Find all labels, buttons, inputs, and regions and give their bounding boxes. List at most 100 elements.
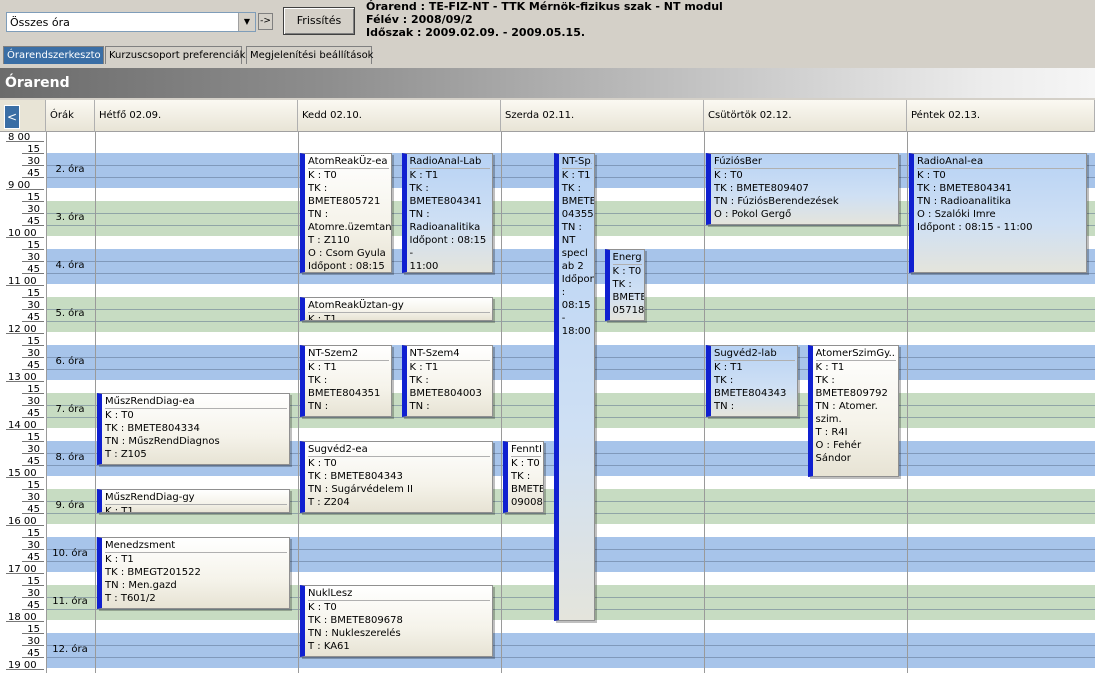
column-divider — [95, 132, 96, 673]
quarter-tick: 30 — [27, 252, 40, 263]
quarter-tick: 30 — [27, 444, 40, 455]
chevron-down-icon[interactable]: ▼ — [238, 13, 255, 31]
course-detail: BMETE804341 — [409, 196, 482, 207]
course-event[interactable]: AtomReakÜztan-gy K : T1 — [300, 297, 493, 321]
quarter-tick: 15 — [27, 624, 40, 635]
course-detail: BMETE805721 — [308, 196, 381, 207]
course-event[interactable]: Sugvéd2-ea K : T0 TK : BMETE804343 TN : Sug… — [300, 441, 493, 513]
course-title: EnergA... — [612, 252, 643, 265]
course-title: RadioAnal-ea — [917, 155, 1084, 169]
previous-week-button[interactable]: < — [4, 105, 20, 129]
course-detail: NT specl — [561, 235, 588, 259]
course-event[interactable]: Menedzsment K : T1 TK : BMEGT201522 TN : Me… — [97, 537, 290, 609]
course-detail: BMETE8 — [612, 292, 645, 303]
column-divider — [501, 132, 502, 673]
course-detail: TN : — [308, 209, 329, 220]
quarter-tick: 15 — [27, 384, 40, 395]
course-detail: K : T1 — [105, 554, 134, 565]
quarter-tick: 30 — [27, 204, 40, 215]
tab-display-settings[interactable]: Megjelenítési beállítások — [246, 46, 373, 64]
column-divider — [704, 132, 705, 673]
course-detail: TN : Radioanalitika — [917, 196, 1012, 207]
course-event[interactable]: NT-Sp...K : T1 TK : BMETE8 04355 TN : NT spec… — [553, 153, 595, 621]
quarter-tick: 30 — [27, 492, 40, 503]
course-detail: 04355 — [561, 209, 594, 220]
timetable-grid: < Órák Hétfő 02.09. Kedd 02.10. Szerda 0… — [0, 100, 1095, 673]
course-detail: Sándor — [815, 453, 851, 464]
course-detail: BMETE8 — [511, 484, 543, 495]
hour-tick: 12 00 — [8, 324, 37, 335]
period-label: 4. óra — [55, 260, 85, 271]
course-event[interactable]: FúziósBer K : T0 TK : BMETE809407 TN : Fúzi… — [706, 153, 899, 225]
course-detail: 08:15 - — [561, 300, 594, 324]
course-event[interactable]: AtomerSzimGy... K : T1 TK : BMETE809792 TN :… — [807, 345, 899, 477]
course-title: FúziósBer — [714, 155, 896, 169]
course-detail: K : T1 — [409, 362, 439, 373]
course-detail: Atomre.üzemtan — [308, 222, 392, 233]
period-label: 5. óra — [55, 308, 85, 319]
course-detail: TK : — [815, 375, 835, 386]
course-detail: BMETE804003 — [409, 388, 482, 399]
course-title: NT-Szem2 — [308, 347, 389, 361]
course-event[interactable]: NT-Szem2 K : T1 TK : BMETE804351 TN : — [300, 345, 392, 417]
course-event[interactable]: EnergA...K : T0 TK : BMETE8 05718 — [604, 249, 646, 321]
course-detail: K : T1 — [561, 170, 591, 181]
course-detail: K : T0 — [612, 266, 642, 277]
quarter-tick: 30 — [27, 540, 40, 551]
course-title: NT-Szem4 — [409, 347, 490, 361]
hour-tick: 8 00 — [8, 132, 31, 143]
course-event[interactable]: RadioAnal-ea K : T0 TK : BMETE804341 TN : R… — [909, 153, 1087, 273]
quarter-tick: 30 — [27, 156, 40, 167]
course-detail: 05718 — [612, 305, 645, 316]
course-detail: K : T0 — [714, 170, 743, 181]
tab-timetable-editor[interactable]: Órarendszerkeszto — [3, 46, 104, 64]
period-label: 9. óra — [55, 500, 85, 511]
course-filter-value: Összes óra — [10, 16, 70, 29]
course-detail: K : T0 — [511, 458, 540, 469]
course-event[interactable]: NT-Szem4 K : T1 TK : BMETE804003 TN : — [401, 345, 493, 417]
go-button[interactable]: -> — [258, 13, 273, 30]
course-detail: 18:00 — [561, 326, 591, 337]
quarter-tick: 15 — [27, 576, 40, 587]
course-detail: T : Z204 — [308, 497, 350, 508]
course-detail: TN : — [714, 401, 735, 412]
course-title: NuklLesz — [308, 587, 490, 601]
course-event[interactable]: AtomReakÜz-ea K : T0 TK : BMETE805721 TN : At… — [300, 153, 392, 273]
course-event[interactable]: MűszRendDiag-ea K : T0 TK : BMETE804334 TN … — [97, 393, 290, 465]
course-detail: TK : — [308, 375, 328, 386]
course-detail: Időpont : 08:15 - 11:00 — [917, 222, 1033, 233]
course-title: AtomReakÜztan-gy — [308, 299, 490, 313]
course-event[interactable]: RadioAnal-Lab K : T1 TK : BMETE804341 TN : Ra… — [401, 153, 493, 273]
quarter-tick: 45 — [27, 216, 40, 227]
refresh-button[interactable]: Frissítés — [283, 7, 355, 35]
quarter-tick: 30 — [27, 348, 40, 359]
tab-course-group-preferences[interactable]: Kurzuscsoport preferenciák — [105, 46, 245, 64]
course-detail: T : T601/2 — [105, 593, 156, 604]
column-divider — [907, 132, 908, 673]
course-detail: TK : — [714, 375, 734, 386]
period-label: 12. óra — [52, 644, 88, 655]
course-event[interactable]: NuklLesz K : T0 TK : BMETE809678 TN : Nukle… — [300, 585, 493, 657]
semester-info: Félév : 2008/09/2 — [366, 13, 473, 26]
course-detail: O : Pokol Gergő — [714, 209, 792, 220]
course-detail: ab 2 — [561, 261, 584, 272]
quarter-tick: 30 — [27, 636, 40, 647]
course-title: RadioAnal-Lab — [409, 155, 490, 169]
course-detail: szim. — [815, 414, 842, 425]
course-event[interactable]: MűszRendDiag-gy K : T1 — [97, 489, 290, 513]
day-header-thursday: Csütörtök 02.12. — [704, 100, 907, 132]
hour-tick: 9 00 — [8, 180, 31, 191]
period-label: 7. óra — [55, 404, 85, 415]
course-detail: TK : BMETE804341 — [917, 183, 1012, 194]
course-event[interactable]: FenntFejlK : T0 TK : BMETE8 09008 — [503, 441, 544, 513]
course-filter-select[interactable]: Összes óra ▼ — [6, 12, 256, 32]
period-label: 10. óra — [52, 548, 88, 559]
course-event[interactable]: Sugvéd2-lab K : T1 TK : BMETE804343 TN : — [706, 345, 798, 417]
course-detail: TN : Men.gazd — [105, 580, 177, 591]
hour-tick: 13 00 — [8, 372, 37, 383]
section-title: Órarend — [0, 68, 1095, 98]
period-label: 6. óra — [55, 356, 85, 367]
period-label: 8. óra — [55, 452, 85, 463]
quarter-tick: 30 — [27, 588, 40, 599]
quarter-tick: 15 — [27, 288, 40, 299]
